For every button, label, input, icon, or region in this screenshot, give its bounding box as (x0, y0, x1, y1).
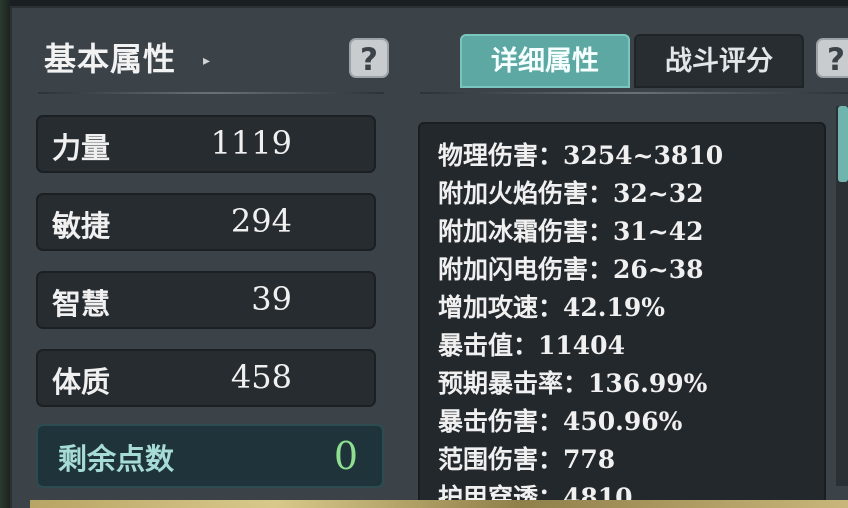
detail-area-damage: 范围伤害：778 (438, 445, 616, 474)
panel-title: 基本属性 (44, 40, 177, 78)
stat-name: 力量 (52, 131, 111, 165)
scrollbar-thumb[interactable] (838, 106, 848, 182)
detail-crit-value: 暴击值：11404 (438, 331, 625, 360)
detail-attributes-list[interactable]: 物理伤害：3254~3810 附加火焰伤害：32~32 附加冰霜伤害：31~42… (418, 122, 826, 508)
divider-left (38, 92, 384, 94)
tab-combat-rating[interactable]: 战斗评分 (634, 34, 804, 88)
stat-row-strength: 力量 1119 (36, 115, 376, 173)
detail-fire-damage: 附加火焰伤害：32~32 (438, 179, 704, 208)
detail-attack-speed: 增加攻速：42.19% (438, 293, 666, 322)
remaining-points-value: 0 (333, 434, 358, 478)
title-arrow-icon[interactable]: ▸ (203, 53, 210, 69)
tab-detailed-attributes[interactable]: 详细属性 (460, 34, 630, 88)
stat-value: 39 (251, 280, 292, 318)
detail-physical-damage: 物理伤害：3254~3810 (438, 141, 724, 170)
detail-expected-crit-rate: 预期暴击率：136.99% (438, 369, 708, 398)
detail-frost-damage: 附加冰霜伤害：31~42 (438, 217, 704, 246)
bottom-item-bar (30, 500, 848, 508)
stat-row-constitution: 体质 458 (36, 349, 376, 407)
game-background-edge (0, 0, 10, 508)
divider-right (420, 92, 848, 94)
stat-value: 1119 (210, 124, 292, 162)
detail-crit-damage: 暴击伤害：450.96% (438, 407, 683, 436)
stat-row-wisdom: 智慧 39 (36, 271, 376, 329)
remaining-points-label: 剩余点数 (58, 442, 175, 476)
detail-lightning-damage: 附加闪电伤害：26~38 (438, 255, 704, 284)
help-button-basic[interactable]: ? (349, 38, 389, 78)
stat-value: 294 (230, 202, 292, 240)
stat-row-agility: 敏捷 294 (36, 193, 376, 251)
stat-name: 敏捷 (52, 209, 111, 243)
stat-value: 458 (230, 358, 292, 396)
help-button-detail[interactable]: ? (816, 38, 848, 78)
stat-name: 智慧 (52, 287, 111, 321)
stat-name: 体质 (52, 365, 111, 399)
remaining-points-row: 剩余点数 0 (36, 424, 384, 488)
